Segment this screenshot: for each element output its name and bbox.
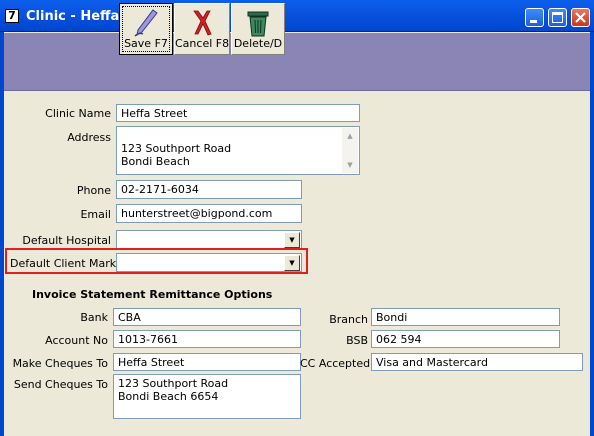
make-cheques-to-label: Make Cheques To — [12, 357, 108, 370]
make-cheques-to-field[interactable]: Heffa Street — [113, 353, 301, 371]
branch-label: Branch — [329, 313, 368, 326]
cc-accepted-field[interactable]: Visa and Mastercard — [371, 353, 583, 371]
clinic-name-label: Clinic Name — [45, 107, 111, 120]
bsb-field[interactable]: 062 594 — [371, 330, 560, 348]
account-no-field[interactable]: 1013-7661 — [113, 330, 301, 348]
address-label: Address — [67, 131, 111, 144]
maximize-button[interactable] — [548, 8, 567, 27]
pen-icon — [134, 9, 158, 37]
bsb-label: BSB — [346, 334, 368, 347]
window-frame-right — [590, 32, 594, 436]
window-frame-left — [0, 32, 4, 436]
delete-button-label: Delete/D — [233, 37, 283, 50]
cancel-button-label: Cancel F8 — [175, 37, 230, 50]
email-field[interactable]: hunterstreet@bigpond.com — [116, 204, 302, 223]
clinic-name-field[interactable]: Heffa Street — [116, 104, 360, 122]
phone-field[interactable]: 02-2171-6034 — [116, 180, 302, 199]
bank-label: Bank — [80, 311, 108, 324]
maximize-icon — [552, 12, 563, 23]
cc-accepted-label: CC Accepted — [300, 357, 371, 370]
default-client-marker-label: Default Client Marker — [10, 257, 128, 270]
chevron-down-icon[interactable]: ▼ — [284, 232, 300, 248]
address-scrollbar[interactable]: ▲ ▼ — [342, 128, 358, 173]
send-cheques-to-label: Send Cheques To — [13, 378, 108, 391]
toolbar — [4, 33, 590, 91]
save-button-label: Save F7 — [124, 37, 168, 50]
address-field[interactable]: 123 Southport Road Bondi Beach ▲ ▼ — [116, 126, 360, 175]
cancel-button[interactable]: Cancel F8 — [174, 3, 230, 55]
email-label: Email — [80, 208, 111, 221]
trash-bin-icon — [247, 11, 269, 37]
phone-label: Phone — [76, 184, 111, 197]
default-client-marker-select[interactable]: H ▼ — [116, 253, 302, 272]
red-x-icon — [193, 10, 212, 36]
address-text: 123 Southport Road Bondi Beach — [121, 142, 232, 168]
send-cheques-to-field[interactable]: 123 Southport Road Bondi Beach 6654 — [113, 374, 301, 419]
bank-field[interactable]: CBA — [113, 308, 301, 326]
delete-button[interactable]: Delete/D — [231, 3, 285, 55]
scroll-up-icon[interactable]: ▲ — [342, 128, 358, 144]
minimize-icon — [530, 20, 537, 23]
default-client-marker-value: H — [121, 269, 129, 271]
invoice-section-title: Invoice Statement Remittance Options — [32, 288, 273, 301]
close-button[interactable] — [571, 8, 590, 27]
close-icon — [575, 12, 586, 23]
default-hospital-label: Default Hospital — [22, 234, 111, 247]
chevron-down-icon[interactable]: ▼ — [284, 255, 300, 271]
default-hospital-select[interactable]: ▼ — [116, 230, 302, 249]
branch-field[interactable]: Bondi — [371, 308, 560, 326]
scroll-down-icon[interactable]: ▼ — [342, 157, 358, 173]
minimize-button[interactable] — [525, 8, 544, 27]
account-no-label: Account No — [45, 334, 108, 347]
app-icon[interactable]: 7 — [5, 9, 19, 23]
save-button[interactable]: Save F7 — [119, 3, 173, 55]
